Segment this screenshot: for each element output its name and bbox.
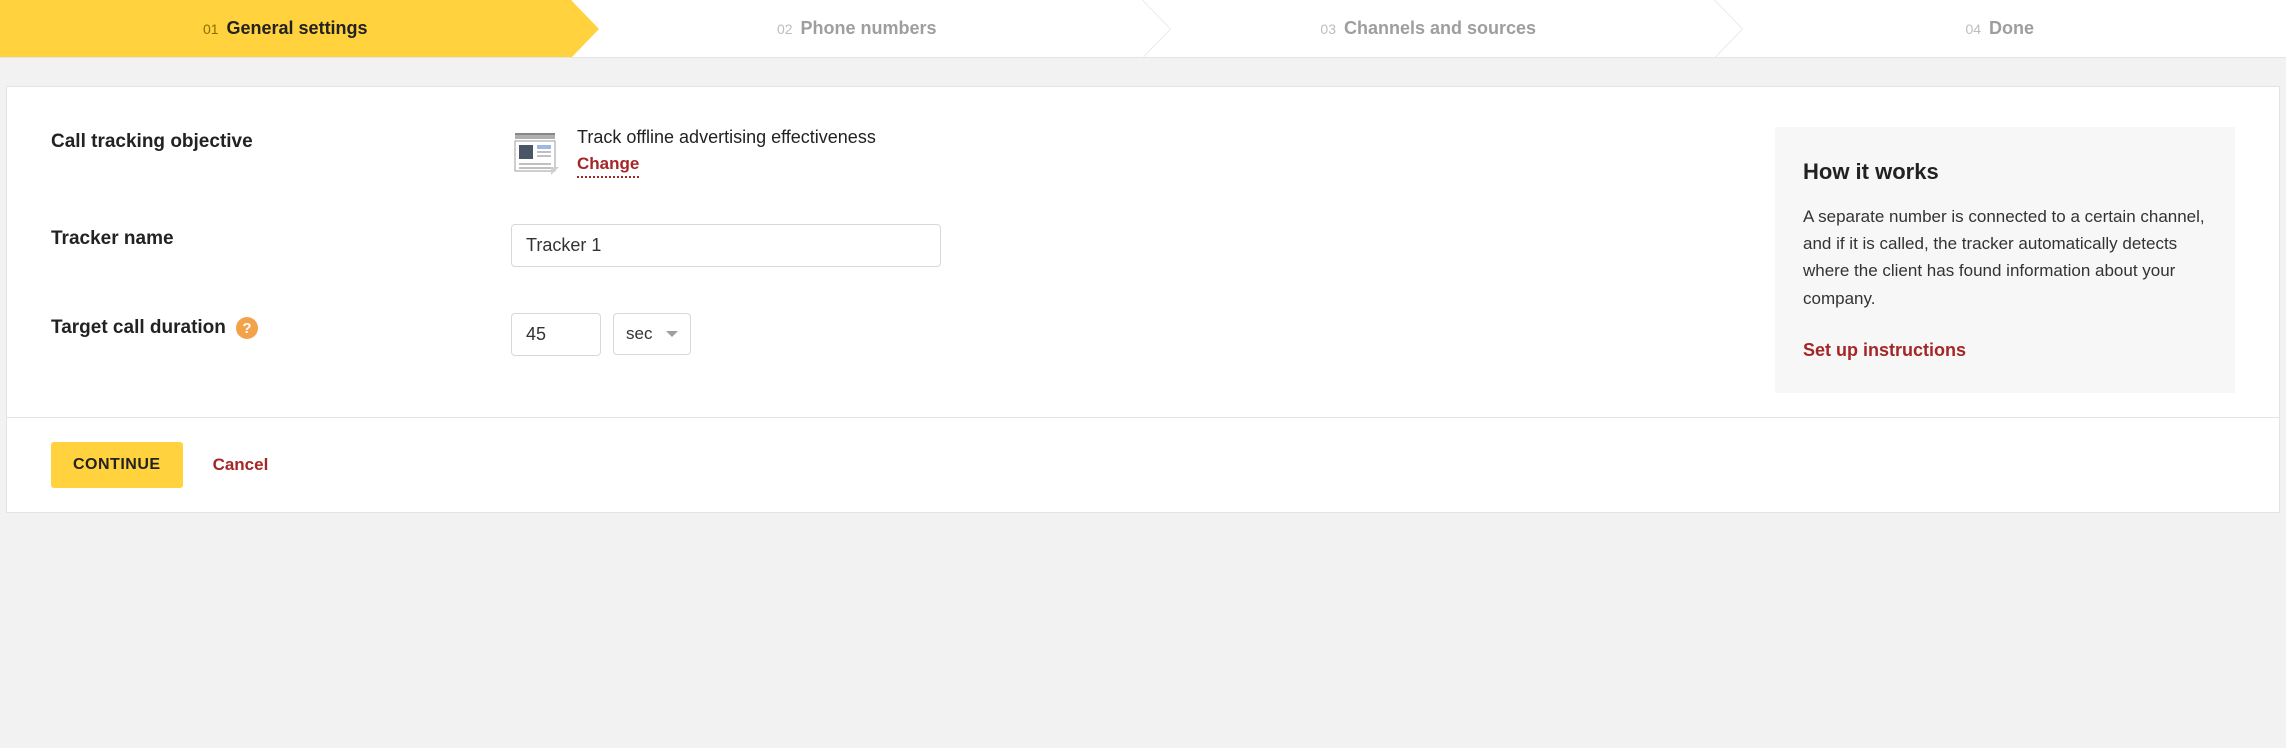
wizard-step-general-settings[interactable]: 01 General settings — [0, 0, 572, 57]
objective-label: Call tracking objective — [51, 127, 511, 153]
tracker-name-label: Tracker name — [51, 224, 511, 250]
continue-button[interactable]: CONTINUE — [51, 442, 183, 488]
step-number: 02 — [777, 21, 793, 37]
step-number: 04 — [1965, 21, 1981, 37]
sidebar-title: How it works — [1803, 159, 2207, 185]
step-number: 03 — [1320, 21, 1336, 37]
change-objective-link[interactable]: Change — [577, 154, 639, 178]
wizard-steps: 01 General settings 02 Phone numbers 03 … — [0, 0, 2286, 58]
action-bar: CONTINUE Cancel — [6, 418, 2280, 513]
step-label: Phone numbers — [801, 18, 937, 39]
objective-value: Track offline advertising effectiveness — [577, 127, 876, 148]
how-it-works-sidebar: How it works A separate number is connec… — [1775, 127, 2235, 393]
settings-panel: Call tracking objective — [6, 86, 2280, 418]
wizard-step-channels-sources[interactable]: 03 Channels and sources — [1143, 0, 1715, 57]
duration-unit-select[interactable]: sec — [613, 313, 691, 355]
tracker-name-row: Tracker name — [51, 224, 1751, 267]
step-label: General settings — [227, 18, 368, 39]
duration-unit-value: sec — [626, 324, 652, 344]
setup-instructions-link[interactable]: Set up instructions — [1803, 340, 1966, 360]
duration-label: Target call duration — [51, 317, 226, 339]
objective-row: Call tracking objective — [51, 127, 1751, 178]
help-icon[interactable]: ? — [236, 317, 258, 339]
wizard-step-phone-numbers[interactable]: 02 Phone numbers — [572, 0, 1144, 57]
wizard-step-done[interactable]: 04 Done — [1715, 0, 2286, 57]
chevron-down-icon — [666, 331, 678, 337]
sidebar-text: A separate number is connected to a cert… — [1803, 203, 2207, 312]
step-number: 01 — [203, 21, 219, 37]
step-label: Channels and sources — [1344, 18, 1536, 39]
form-area: Call tracking objective — [51, 127, 1751, 376]
step-label: Done — [1989, 18, 2034, 39]
newspaper-icon — [511, 127, 559, 175]
tracker-name-input[interactable] — [511, 224, 941, 267]
cancel-button[interactable]: Cancel — [213, 455, 269, 475]
duration-input[interactable] — [511, 313, 601, 356]
duration-row: Target call duration ? sec — [51, 313, 1751, 356]
